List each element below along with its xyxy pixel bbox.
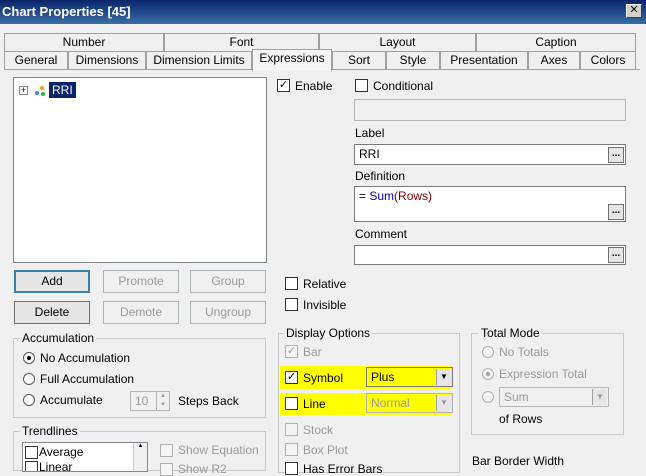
demote-button[interactable]: Demote bbox=[103, 301, 179, 324]
box-plot-checkbox[interactable] bbox=[285, 443, 298, 456]
tab-caption[interactable]: Caption bbox=[476, 33, 636, 51]
accumulation-title: Accumulation bbox=[20, 331, 97, 345]
label-ellipsis-button[interactable]: ... bbox=[608, 147, 624, 163]
total-mode-title: Total Mode bbox=[479, 326, 542, 340]
relative-label: Relative bbox=[303, 277, 347, 291]
relative-checkbox[interactable] bbox=[285, 277, 298, 290]
bar-checkbox[interactable]: ✓ bbox=[285, 345, 298, 358]
symbol-select-value: Plus bbox=[371, 370, 395, 384]
bar-border-width-label: Bar Border Width bbox=[472, 454, 565, 468]
close-icon[interactable]: ✕ bbox=[626, 4, 642, 18]
invisible-checkbox[interactable] bbox=[285, 298, 298, 311]
tab-dimensions[interactable]: Dimensions bbox=[68, 51, 146, 69]
delete-button[interactable]: Delete bbox=[14, 301, 90, 324]
comment-input[interactable] bbox=[354, 245, 626, 265]
tab-layout[interactable]: Layout bbox=[319, 33, 476, 51]
scroll-up-icon[interactable]: ▲ bbox=[134, 443, 147, 449]
sum-select-value: Sum bbox=[504, 390, 529, 404]
expand-icon[interactable]: + bbox=[19, 86, 28, 95]
tab-colors[interactable]: Colors bbox=[580, 51, 636, 69]
line-checkbox[interactable] bbox=[285, 397, 298, 410]
radio-no-accumulation[interactable] bbox=[23, 352, 35, 364]
error-bars-label: Has Error Bars bbox=[303, 462, 383, 476]
chevron-down-icon[interactable]: ▼ bbox=[592, 389, 607, 405]
radio-sum[interactable] bbox=[482, 391, 494, 403]
expression-total-label: Expression Total bbox=[499, 367, 587, 381]
promote-button[interactable]: Promote bbox=[103, 270, 179, 293]
group-button[interactable]: Group bbox=[190, 270, 266, 293]
tab-sort[interactable]: Sort bbox=[332, 51, 386, 69]
show-r2-checkbox[interactable] bbox=[160, 463, 173, 476]
chevron-down-icon[interactable]: ▼ bbox=[436, 369, 451, 385]
trendline-average-checkbox[interactable] bbox=[25, 446, 38, 459]
conditional-label: Conditional bbox=[373, 79, 434, 93]
ungroup-button[interactable]: Ungroup bbox=[190, 301, 266, 324]
line-select[interactable]: Normal ▼ bbox=[366, 393, 453, 413]
bar-label: Bar bbox=[303, 345, 322, 359]
tab-dimension-limits[interactable]: Dimension Limits bbox=[146, 51, 252, 69]
trendline-average-label: Average bbox=[39, 445, 84, 459]
definition-ellipsis-button[interactable]: ... bbox=[608, 204, 624, 220]
tab-presentation[interactable]: Presentation bbox=[440, 51, 528, 69]
spin-up-icon[interactable]: ▲ bbox=[157, 392, 169, 401]
stock-checkbox[interactable] bbox=[285, 423, 298, 436]
tab-general[interactable]: General bbox=[4, 51, 68, 69]
label-caption: Label bbox=[355, 126, 385, 140]
sum-select[interactable]: Sum ▼ bbox=[499, 387, 609, 407]
comment-ellipsis-button[interactable]: ... bbox=[608, 247, 624, 263]
tree-item-rri[interactable]: RRI bbox=[49, 82, 76, 98]
radio-no-totals[interactable] bbox=[482, 346, 494, 358]
trendlines-scrollbar[interactable]: ▲ bbox=[133, 443, 147, 471]
error-bars-checkbox[interactable] bbox=[285, 462, 298, 475]
enable-label: Enable bbox=[295, 79, 333, 93]
tab-axes[interactable]: Axes bbox=[528, 51, 580, 69]
box-plot-label: Box Plot bbox=[303, 443, 348, 457]
stock-label: Stock bbox=[303, 423, 334, 437]
radio-accumulate[interactable] bbox=[23, 394, 35, 406]
window-title: Chart Properties [45] bbox=[0, 0, 646, 24]
symbol-checkbox[interactable]: ✓ bbox=[285, 371, 298, 384]
of-rows-label: of Rows bbox=[499, 412, 543, 426]
trendline-linear-checkbox[interactable] bbox=[25, 461, 38, 471]
symbol-select[interactable]: Plus ▼ bbox=[366, 367, 453, 387]
show-r2-label: Show R2 bbox=[178, 462, 227, 476]
line-label: Line bbox=[303, 397, 326, 411]
spin-down-icon[interactable]: ▼ bbox=[157, 401, 169, 410]
no-accumulation-label: No Accumulation bbox=[40, 351, 131, 365]
trendlines-title: Trendlines bbox=[20, 424, 80, 438]
steps-back-input[interactable]: 10 bbox=[130, 391, 158, 411]
trendline-linear-label: Linear bbox=[39, 460, 73, 472]
show-equation-label: Show Equation bbox=[178, 443, 259, 457]
comment-caption: Comment bbox=[355, 227, 408, 241]
radio-expression-total[interactable] bbox=[482, 368, 494, 380]
tab-style[interactable]: Style bbox=[386, 51, 440, 69]
conditional-checkbox[interactable] bbox=[355, 79, 368, 92]
label-input[interactable]: RRI bbox=[354, 144, 626, 165]
steps-back-label: Steps Back bbox=[178, 394, 239, 408]
radio-full-accumulation[interactable] bbox=[23, 373, 35, 385]
invisible-label: Invisible bbox=[303, 298, 347, 312]
line-select-value: Normal bbox=[371, 396, 410, 410]
definition-prefix: = bbox=[359, 189, 370, 203]
definition-input[interactable]: = Sum(Rows) bbox=[354, 186, 626, 222]
display-options-title: Display Options bbox=[284, 326, 373, 340]
definition-args: (Rows) bbox=[394, 189, 433, 203]
accumulate-label: Accumulate bbox=[40, 393, 103, 407]
tab-expressions[interactable]: Expressions bbox=[252, 49, 332, 71]
expression-node-icon bbox=[34, 85, 46, 97]
show-equation-checkbox[interactable] bbox=[160, 444, 173, 457]
add-button[interactable]: Add bbox=[14, 270, 90, 293]
definition-function: Sum bbox=[369, 189, 395, 203]
tab-number[interactable]: Number bbox=[4, 33, 164, 51]
steps-spinner[interactable]: ▲ ▼ bbox=[156, 391, 170, 411]
full-accumulation-label: Full Accumulation bbox=[40, 372, 135, 386]
conditional-input[interactable] bbox=[354, 99, 626, 121]
no-totals-label: No Totals bbox=[499, 345, 549, 359]
chevron-down-icon[interactable]: ▼ bbox=[436, 395, 451, 411]
symbol-label: Symbol bbox=[303, 371, 344, 385]
enable-checkbox[interactable]: ✓ bbox=[277, 79, 290, 92]
expression-tree[interactable]: + RRI bbox=[13, 77, 267, 263]
definition-caption: Definition bbox=[355, 169, 406, 183]
